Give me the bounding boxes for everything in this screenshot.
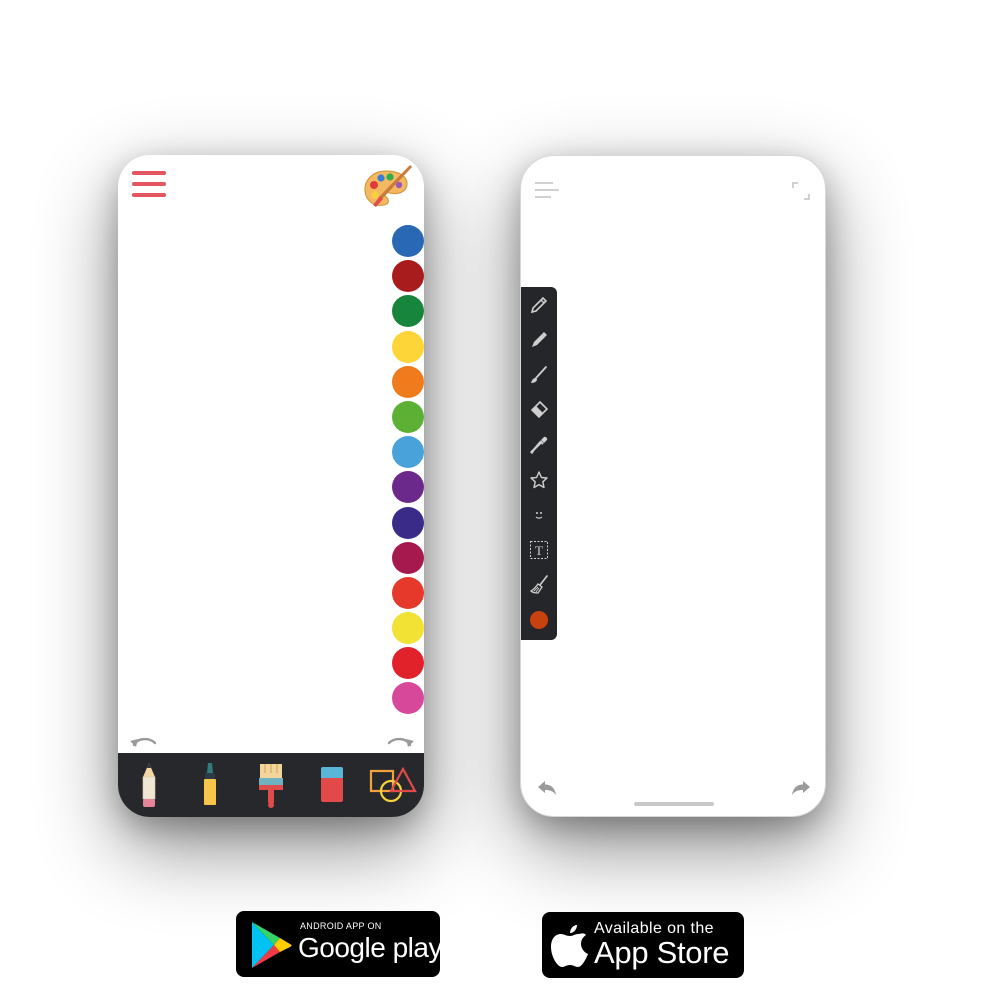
eraser-icon — [530, 400, 548, 418]
drawing-toolbar — [118, 753, 424, 817]
color-swatch[interactable] — [392, 330, 424, 363]
side-marker-tool[interactable] — [521, 322, 557, 357]
broom-icon — [529, 574, 548, 594]
marker-tool[interactable] — [186, 759, 234, 811]
color-swatch[interactable] — [392, 400, 424, 433]
color-swatch-list — [392, 225, 424, 718]
google-badge-brand: Google — [298, 932, 386, 963]
marker-icon — [531, 331, 547, 347]
fullscreen-icon[interactable] — [792, 182, 810, 200]
eraser-icon — [321, 767, 344, 802]
side-stamp-tool[interactable] — [521, 462, 557, 497]
undo-icon[interactable] — [128, 733, 158, 749]
side-text-tool[interactable]: T — [521, 532, 557, 567]
shapes-icon — [370, 766, 418, 803]
text-icon: T — [529, 540, 548, 559]
apple-logo-icon — [551, 925, 588, 967]
home-indicator[interactable] — [634, 802, 714, 806]
palette-icon[interactable] — [362, 163, 414, 213]
color-swatch[interactable] — [392, 295, 424, 328]
side-eraser-tool[interactable] — [521, 392, 557, 427]
side-clear-tool[interactable] — [521, 567, 557, 602]
star-icon — [529, 470, 548, 488]
color-swatch[interactable] — [392, 541, 424, 574]
color-swatch[interactable] — [392, 365, 424, 398]
google-badge-suffix: play — [385, 932, 443, 963]
right-phone-screen: T — [520, 155, 826, 817]
side-pencil-tool[interactable] — [521, 287, 557, 322]
shapes-tool[interactable] — [369, 759, 418, 811]
side-emoji-tool[interactable] — [521, 497, 557, 532]
color-swatch[interactable] — [392, 225, 424, 257]
text-tool-glyph: T — [535, 543, 543, 558]
side-toolbar: T — [521, 287, 557, 640]
color-swatch[interactable] — [392, 647, 424, 680]
menu-icon[interactable] — [535, 182, 559, 198]
color-swatch[interactable] — [392, 506, 424, 539]
color-swatch[interactable] — [392, 436, 424, 469]
undo-icon[interactable] — [537, 780, 557, 798]
brush-icon — [530, 365, 547, 383]
color-swatch[interactable] — [392, 576, 424, 609]
smiley-icon — [535, 511, 542, 519]
pencil-tool[interactable] — [125, 759, 173, 811]
current-color-dot — [529, 610, 548, 629]
marker-icon — [203, 763, 216, 805]
redo-icon[interactable] — [791, 780, 811, 798]
menu-icon[interactable] — [132, 171, 166, 199]
apple-badge-title: App Store — [594, 935, 730, 970]
brush-tool[interactable] — [247, 759, 295, 811]
redo-icon[interactable] — [386, 733, 416, 749]
google-play-badge[interactable]: ANDROID APP ON Google play — [236, 911, 443, 977]
color-swatch[interactable] — [392, 471, 424, 504]
side-color-picker[interactable] — [521, 602, 557, 637]
pencil-icon — [530, 296, 547, 313]
app-store-badge[interactable]: Available on the App Store — [542, 912, 744, 978]
google-play-icon — [252, 922, 292, 968]
pencil-icon — [142, 763, 155, 807]
color-swatch[interactable] — [392, 260, 424, 293]
side-brush-tool[interactable] — [521, 357, 557, 392]
google-badge-caption: ANDROID APP ON — [300, 921, 382, 931]
color-swatch[interactable] — [392, 612, 424, 645]
left-phone-screen — [118, 155, 424, 817]
eyedropper-icon — [529, 436, 547, 454]
eraser-tool[interactable] — [308, 759, 356, 811]
color-swatch[interactable] — [392, 682, 424, 715]
side-eyedropper-tool[interactable] — [521, 427, 557, 462]
paintbrush-icon — [258, 764, 283, 808]
